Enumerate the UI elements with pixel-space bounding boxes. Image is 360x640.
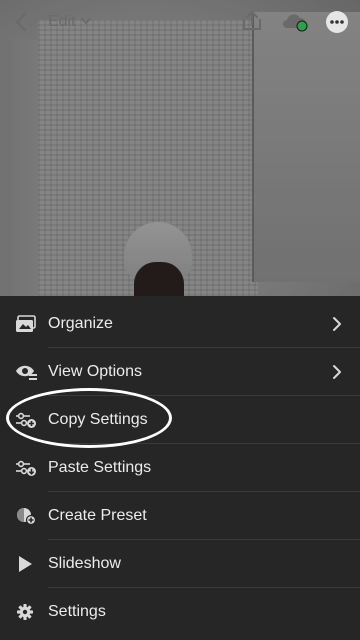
top-bar: Edit xyxy=(0,0,360,44)
view-options-icon xyxy=(16,365,37,380)
paste-settings-icon xyxy=(16,460,36,476)
photo-preview[interactable] xyxy=(0,0,360,296)
sync-status-dot xyxy=(296,20,308,32)
create-preset-icon xyxy=(17,508,37,526)
back-arrow-icon[interactable] xyxy=(10,10,34,34)
share-icon[interactable] xyxy=(240,9,264,33)
menu-item-slideshow[interactable]: Slideshow xyxy=(0,540,360,588)
gear-icon xyxy=(17,604,33,620)
menu-item-label: Slideshow xyxy=(48,555,121,572)
edit-mode-label[interactable]: Edit xyxy=(48,12,76,32)
menu-item-view-options[interactable]: View Options xyxy=(0,348,360,396)
menu-item-create-preset[interactable]: Create Preset xyxy=(0,492,360,540)
copy-settings-highlight-circle xyxy=(6,388,172,448)
menu-item-label: Organize xyxy=(48,315,113,332)
chevron-right-icon xyxy=(333,365,341,379)
menu-item-label: Settings xyxy=(48,603,106,620)
dim-overlay xyxy=(0,0,360,296)
more-options-sheet: Organize View Options Copy Settings Past… xyxy=(0,296,360,640)
organize-icon xyxy=(16,315,36,332)
menu-item-paste-settings[interactable]: Paste Settings xyxy=(0,444,360,492)
menu-item-settings[interactable]: Settings xyxy=(0,588,360,636)
more-icon[interactable] xyxy=(325,10,349,34)
play-icon xyxy=(19,556,32,572)
lightroom-edit-screen: Edit Organize View Options Copy Settings… xyxy=(0,0,360,640)
menu-item-label: Create Preset xyxy=(48,507,147,524)
menu-item-organize[interactable]: Organize xyxy=(0,300,360,348)
menu-item-label: View Options xyxy=(48,363,142,380)
chevron-down-icon[interactable] xyxy=(80,15,92,27)
chevron-right-icon xyxy=(333,317,341,331)
menu-item-label: Paste Settings xyxy=(48,459,152,476)
cloud-sync-icon[interactable] xyxy=(280,10,310,34)
